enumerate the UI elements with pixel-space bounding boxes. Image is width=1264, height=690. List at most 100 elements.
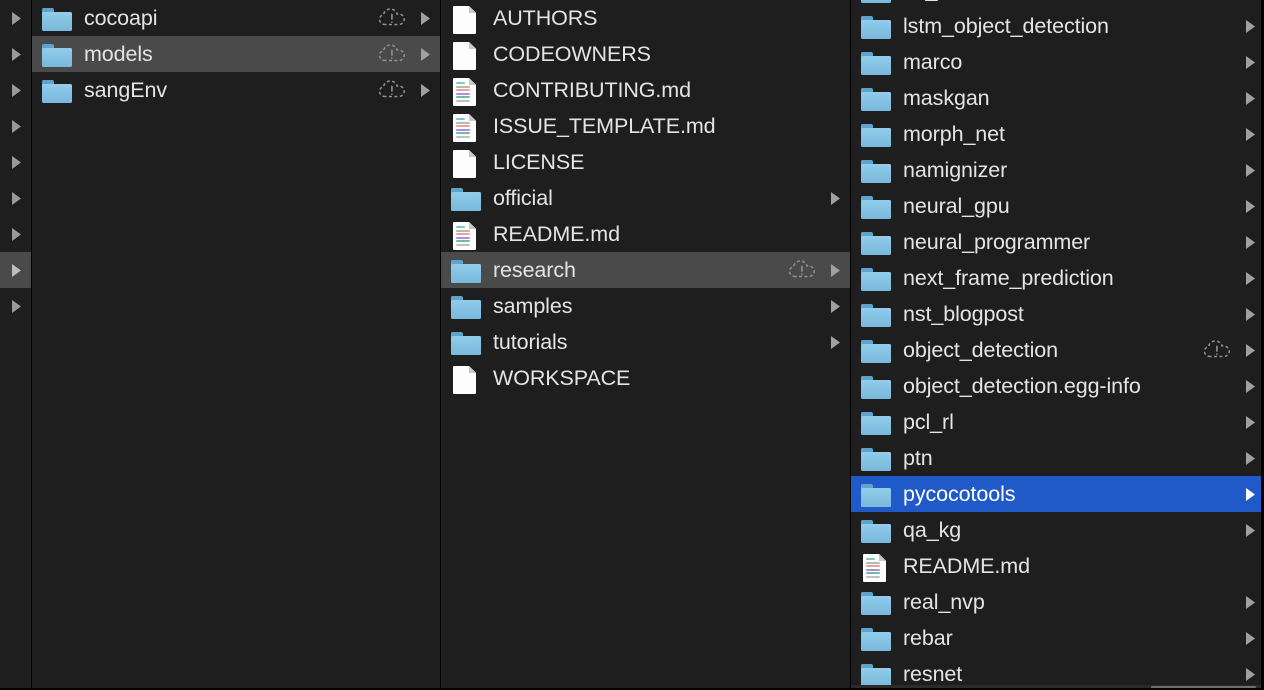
file-row-morph-net[interactable]: morph_net: [851, 116, 1264, 152]
disclosure-chevron-icon[interactable]: [1240, 404, 1260, 440]
file-name-label: CONTRIBUTING.md: [493, 78, 691, 102]
disclosure-chevron-icon[interactable]: [415, 0, 435, 36]
disclosure-triangle-icon[interactable]: [6, 180, 26, 216]
file-row-lstm-object-detection[interactable]: lstm_object_detection: [851, 8, 1264, 44]
stub-row[interactable]: [0, 144, 31, 180]
file-name-label: tutorials: [493, 330, 568, 354]
disclosure-chevron-icon[interactable]: [1240, 620, 1260, 656]
file-row-object-detection[interactable]: object_detection: [851, 332, 1264, 368]
file-row-samples[interactable]: samples: [441, 288, 850, 324]
file-row-readme-md[interactable]: README.md: [441, 216, 850, 252]
disclosure-chevron-icon[interactable]: [1240, 512, 1260, 548]
disclosure-chevron-icon[interactable]: [415, 36, 435, 72]
disclosure-chevron-icon[interactable]: [1240, 476, 1260, 512]
folder-icon: [449, 328, 483, 356]
disclosure-chevron-icon[interactable]: [825, 180, 845, 216]
folder-icon: [449, 184, 483, 212]
stub-row[interactable]: [0, 0, 31, 36]
file-row-codeowners[interactable]: CODEOWNERS: [441, 36, 850, 72]
disclosure-chevron-icon[interactable]: [1240, 296, 1260, 332]
file-row-ptn[interactable]: ptn: [851, 440, 1264, 476]
file-name-label: object_detection.egg-info: [903, 374, 1141, 398]
column-models-root[interactable]: cocoapi models sangEnv: [32, 0, 440, 690]
file-row-qa-kg[interactable]: qa_kg: [851, 512, 1264, 548]
disclosure-chevron-icon[interactable]: [1240, 0, 1260, 8]
stub-row[interactable]: [0, 180, 31, 216]
file-row-rebar[interactable]: rebar: [851, 620, 1264, 656]
disclosure-chevron-icon[interactable]: [1240, 332, 1260, 368]
file-row-namignizer[interactable]: namignizer: [851, 152, 1264, 188]
folder-icon: [859, 444, 893, 472]
disclosure-chevron-icon[interactable]: [1240, 80, 1260, 116]
disclosure-chevron-icon[interactable]: [825, 288, 845, 324]
disclosure-triangle-icon[interactable]: [6, 288, 26, 324]
disclosure-chevron-icon[interactable]: [1240, 368, 1260, 404]
file-row-real-nvp[interactable]: real_nvp: [851, 584, 1264, 620]
file-row-license[interactable]: LICENSE: [441, 144, 850, 180]
disclosure-triangle-icon[interactable]: [6, 72, 26, 108]
column-research[interactable]: lm_commonsense lstm_object_detectionmarco…: [851, 0, 1264, 690]
disclosure-chevron-icon[interactable]: [1240, 260, 1260, 296]
file-row-maskgan[interactable]: maskgan: [851, 80, 1264, 116]
disclosure-triangle-icon[interactable]: [6, 108, 26, 144]
file-row-authors[interactable]: AUTHORS: [441, 0, 850, 36]
file-row-neural-programmer[interactable]: neural_programmer: [851, 224, 1264, 260]
disclosure-triangle-icon[interactable]: [6, 216, 26, 252]
file-row-marco[interactable]: marco: [851, 44, 1264, 80]
file-row-official[interactable]: official: [441, 180, 850, 216]
file-row-research[interactable]: research: [441, 252, 850, 288]
disclosure-triangle-icon[interactable]: [6, 0, 26, 36]
disclosure-chevron-icon[interactable]: [1240, 188, 1260, 224]
disclosure-triangle-icon[interactable]: [6, 36, 26, 72]
disclosure-chevron-icon[interactable]: [1240, 116, 1260, 152]
stub-row[interactable]: [0, 108, 31, 144]
cloud-warning-icon[interactable]: [377, 79, 411, 101]
folder-icon: [859, 480, 893, 508]
disclosure-chevron-icon[interactable]: [1240, 44, 1260, 80]
disclosure-chevron-icon[interactable]: [1240, 440, 1260, 476]
file-row-workspace[interactable]: WORKSPACE: [441, 360, 850, 396]
file-row-pcl-rl[interactable]: pcl_rl: [851, 404, 1264, 440]
file-name-label: ptn: [903, 446, 933, 470]
file-row-sangenv[interactable]: sangEnv: [32, 72, 440, 108]
cloud-warning-icon[interactable]: [787, 259, 821, 281]
file-row-neural-gpu[interactable]: neural_gpu: [851, 188, 1264, 224]
cloud-warning-icon[interactable]: [377, 43, 411, 65]
file-row-issue-template-md[interactable]: ISSUE_TEMPLATE.md: [441, 108, 850, 144]
disclosure-chevron-icon[interactable]: [1240, 224, 1260, 260]
folder-icon: [859, 264, 893, 292]
disclosure-chevron-icon[interactable]: [1240, 152, 1260, 188]
stub-row[interactable]: [0, 288, 31, 324]
column-models[interactable]: AUTHORS CODEOWNERS CONTRIBUTING.md ISSUE_TE…: [441, 0, 850, 690]
disclosure-chevron-icon[interactable]: [415, 72, 435, 108]
file-row-next-frame-prediction[interactable]: next_frame_prediction: [851, 260, 1264, 296]
stub-row[interactable]: [0, 252, 31, 288]
disclosure-chevron-icon[interactable]: [825, 324, 845, 360]
file-row-tutorials[interactable]: tutorials: [441, 324, 850, 360]
disclosure-chevron-icon[interactable]: [825, 252, 845, 288]
file-name-label: cocoapi: [84, 6, 158, 30]
file-row-cocoapi[interactable]: cocoapi: [32, 0, 440, 36]
stub-row[interactable]: [0, 216, 31, 252]
file-row-models[interactable]: models: [32, 36, 440, 72]
file-row-object-detection-egg-info[interactable]: object_detection.egg-info: [851, 368, 1264, 404]
file-row-lm-commonsense[interactable]: lm_commonsense: [851, 0, 1264, 8]
cloud-warning-icon[interactable]: [377, 7, 411, 29]
folder-icon: [859, 84, 893, 112]
file-row-nst-blogpost[interactable]: nst_blogpost: [851, 296, 1264, 332]
file-row-contributing-md[interactable]: CONTRIBUTING.md: [441, 72, 850, 108]
stub-row[interactable]: [0, 36, 31, 72]
file-name-label: README.md: [903, 554, 1030, 578]
file-name-label: morph_net: [903, 122, 1005, 146]
cloud-warning-icon[interactable]: [1202, 339, 1236, 361]
stub-row[interactable]: [0, 72, 31, 108]
folder-icon: [859, 624, 893, 652]
disclosure-chevron-icon[interactable]: [1240, 584, 1260, 620]
disclosure-triangle-icon[interactable]: [6, 252, 26, 288]
file-row-pycocotools[interactable]: pycocotools: [851, 476, 1264, 512]
disclosure-triangle-icon[interactable]: [6, 144, 26, 180]
column-parent-stub[interactable]: [0, 0, 31, 690]
file-row-readme-md[interactable]: README.md: [851, 548, 1264, 584]
folder-icon: [859, 408, 893, 436]
disclosure-chevron-icon[interactable]: [1240, 8, 1260, 44]
